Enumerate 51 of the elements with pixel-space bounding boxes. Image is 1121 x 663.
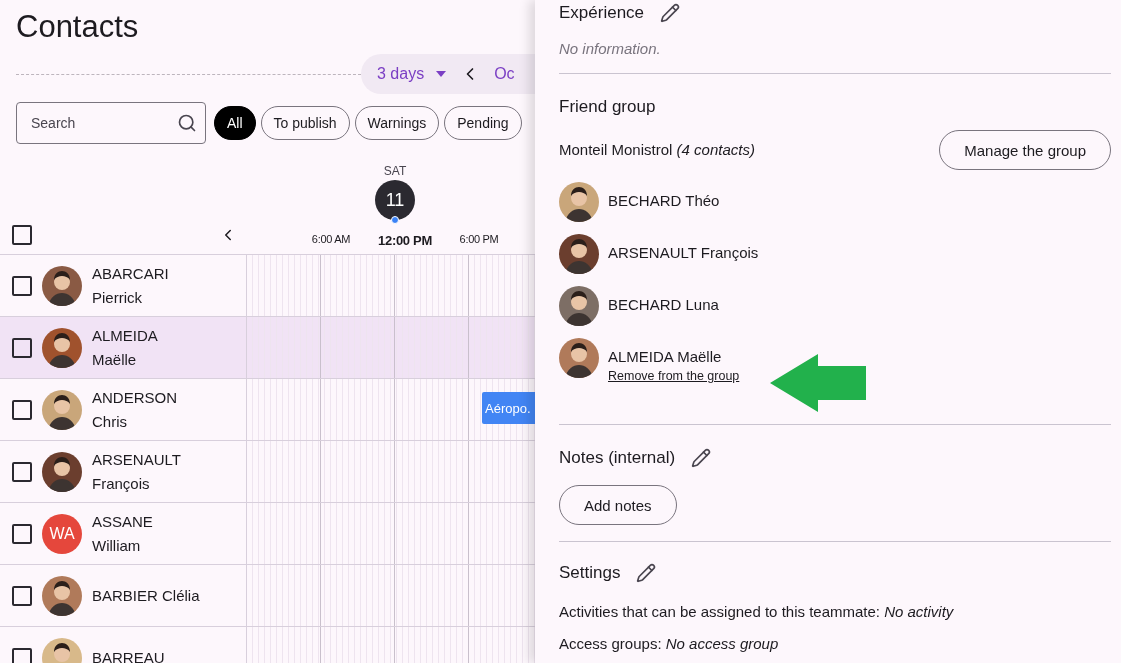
row-checkbox[interactable] (12, 585, 32, 606)
avatar-initials: WA (42, 513, 82, 554)
setting-line: Activities that can be assigned to this teammate: No activity (559, 602, 955, 622)
row-checkbox[interactable] (12, 647, 32, 663)
row-checkbox[interactable] (12, 523, 32, 544)
search-icon (177, 113, 197, 133)
section-title: Settings (559, 562, 621, 584)
section-title: Friend group (559, 96, 656, 118)
member-name: ALMEIDA Maëlle (608, 348, 723, 365)
row-checkbox[interactable] (12, 337, 32, 358)
day-name: SAT (383, 164, 407, 178)
caret-icon (436, 71, 447, 77)
contact-name: François (92, 474, 151, 493)
page-title: Contacts (16, 8, 140, 46)
contact-name: Pierrick (92, 288, 143, 307)
member-name: ARSENAULT François (608, 244, 759, 261)
time-label: 6:00 AM (310, 233, 352, 247)
event-block[interactable]: Aéropo. (482, 392, 535, 424)
contact-name: Maëlle (92, 350, 138, 369)
filter-chip[interactable]: All (214, 106, 256, 140)
row-checkbox[interactable] (12, 399, 32, 420)
section-title: Expérience (559, 2, 645, 24)
period-label[interactable]: Oc (494, 65, 515, 83)
select-all-checkbox[interactable] (12, 225, 32, 245)
edit-icon[interactable] (636, 563, 657, 583)
contact-name: ABARCARI (92, 264, 169, 283)
search-field[interactable]: Search (16, 102, 206, 144)
row-checkbox[interactable] (12, 461, 32, 482)
contact-name: BARBIER Clélia (92, 586, 200, 605)
empty-text: No information. (559, 40, 662, 57)
range-dropdown[interactable]: 3 days (377, 65, 447, 83)
contact-name: ANDERSON (92, 388, 177, 407)
contact-name: William (92, 536, 142, 555)
time-label: 6:00 PM (458, 233, 500, 247)
today-dot (391, 216, 399, 224)
edit-icon[interactable] (691, 448, 712, 468)
contact-name: Chris (92, 412, 128, 431)
contact-row[interactable]: ALMEIDA Maëlle (0, 317, 535, 379)
row-checkbox[interactable] (12, 275, 32, 296)
setting-line: Access groups: No access group (559, 634, 780, 654)
remove-link[interactable]: Remove from the group (608, 369, 740, 383)
contact-name: ASSANE (92, 512, 153, 531)
edit-icon[interactable] (660, 3, 681, 23)
group-name: Monteil Monistrol (4 contacts) (559, 140, 755, 160)
time-label: 12:00 PM (377, 233, 433, 248)
contact-name: ALMEIDA (92, 326, 158, 345)
member-name: BECHARD Théo (608, 192, 720, 209)
contact-name: ARSENAULT (92, 450, 181, 469)
member-name: BECHARD Luna (608, 296, 719, 313)
section-title: Notes (internal) (559, 447, 676, 469)
contact-name: BARREAU (92, 648, 165, 663)
